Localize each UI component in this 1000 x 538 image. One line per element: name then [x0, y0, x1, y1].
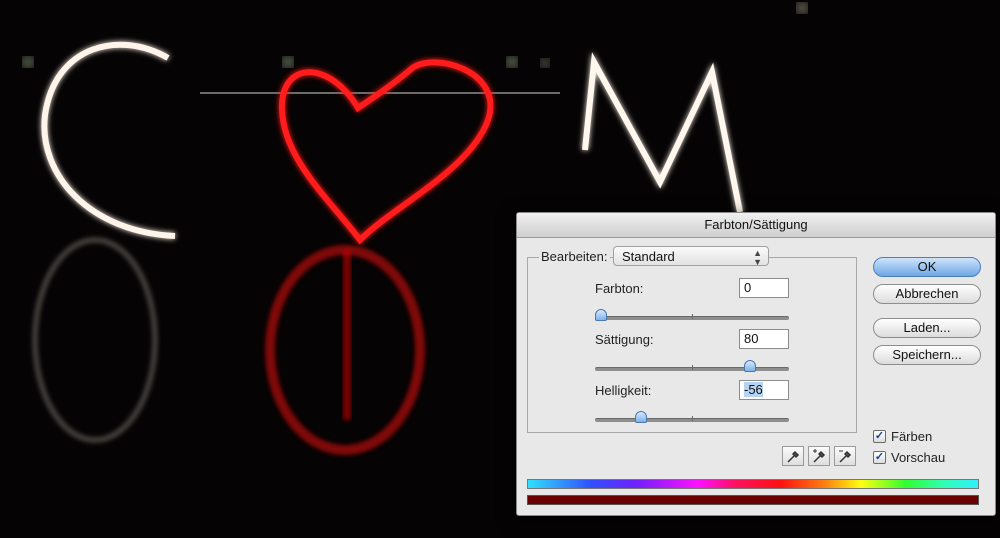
lightness-label: Helligkeit: [595, 383, 652, 398]
street-light [283, 57, 293, 67]
hue-saturation-dialog: Farbton/Sättigung Bearbeiten: Standard ▲… [516, 212, 996, 516]
input-hue-spectrum [527, 479, 979, 489]
eyedropper-plus-icon[interactable] [808, 446, 830, 466]
dialog-title[interactable]: Farbton/Sättigung [517, 213, 995, 238]
eyedropper-icon[interactable] [782, 446, 804, 466]
save-button[interactable]: Speichern... [873, 345, 981, 365]
lightness-slider-thumb[interactable] [635, 411, 648, 423]
output-color-bar [527, 495, 979, 505]
street-light [797, 3, 807, 13]
street-light [507, 57, 517, 67]
edit-select[interactable]: Standard ▲ ▼ [613, 246, 769, 267]
saturation-input[interactable]: 80 [739, 329, 789, 349]
hue-slider-thumb[interactable] [595, 309, 607, 321]
colorize-label: Färben [891, 429, 933, 444]
adjustment-group [527, 257, 857, 433]
reflection-red-stem [343, 250, 351, 420]
street-light [23, 57, 33, 67]
lightness-slider-center-tick [692, 416, 693, 421]
cancel-button[interactable]: Abbrechen [873, 284, 981, 304]
saturation-slider-thumb[interactable] [744, 360, 757, 372]
lightness-input[interactable]: -56 [739, 380, 789, 400]
hue-label: Farbton: [595, 281, 644, 296]
edit-label: Bearbeiten: [539, 249, 610, 264]
hue-input[interactable]: 0 [739, 278, 789, 298]
preview-checkbox[interactable]: ✓ [873, 451, 886, 464]
eyedropper-minus-icon[interactable] [834, 446, 856, 466]
colorize-checkbox[interactable]: ✓ [873, 430, 886, 443]
ok-button[interactable]: OK [873, 257, 981, 277]
hue-slider-center-tick [692, 314, 693, 319]
street-light [541, 59, 549, 67]
up-down-arrows-icon: ▲ ▼ [753, 248, 762, 267]
load-button[interactable]: Laden... [873, 318, 981, 338]
saturation-slider-center-tick [692, 365, 693, 370]
saturation-label: Sättigung: [595, 332, 654, 347]
edit-select-value: Standard [622, 249, 675, 264]
preview-label: Vorschau [891, 450, 946, 465]
